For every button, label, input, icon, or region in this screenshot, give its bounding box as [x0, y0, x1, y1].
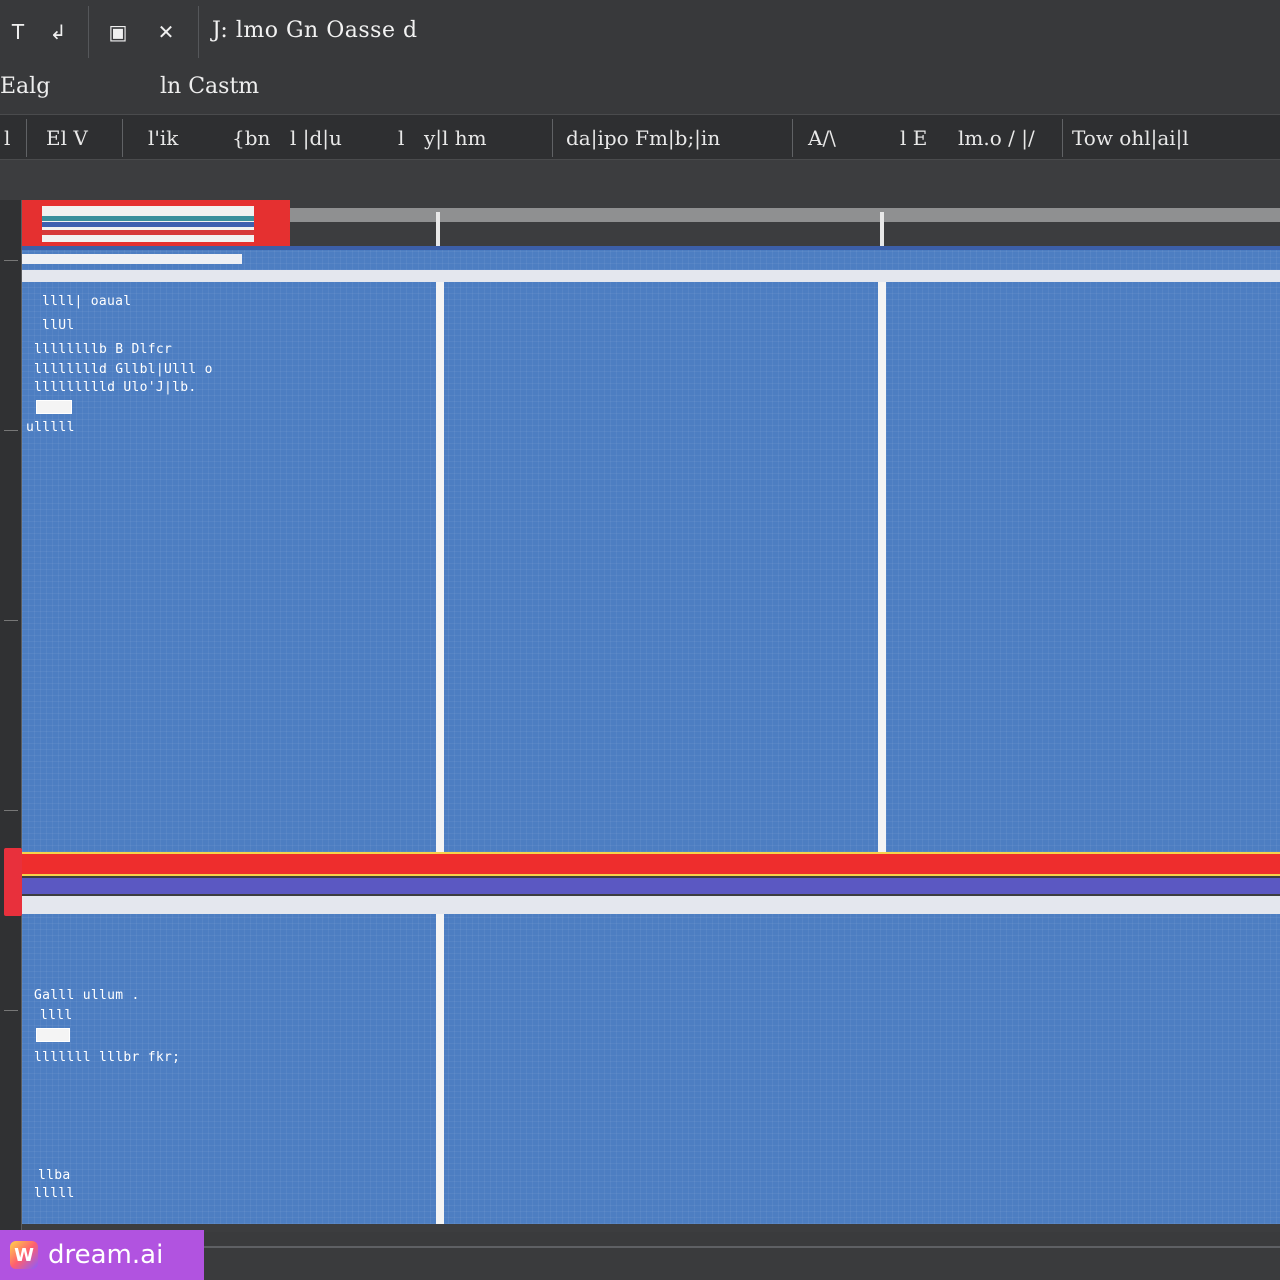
ruler-tick [4, 260, 18, 261]
chip-stripe-blue [42, 222, 254, 227]
undo-icon[interactable]: ↲ [44, 18, 72, 46]
cell-text: Galll ullum . [34, 988, 140, 1003]
title-toolbar: T ↲ ▣ ✕ J: lmo Gn Oasse d [0, 0, 1280, 66]
cell-text: lllllllld Gllbl|Ulll o [34, 362, 213, 377]
ruler-tick [4, 620, 18, 621]
ribbon-item[interactable]: l'ik [148, 123, 178, 153]
watermark-badge: W dream.ai [0, 1230, 204, 1280]
toolbar-divider [198, 6, 199, 58]
cell-text: llllllllb B Dlfcr [34, 342, 173, 357]
ribbon-item[interactable]: {bn [232, 123, 270, 153]
watermark-text: dream.ai [48, 1240, 164, 1270]
cell-text: ulllll [26, 420, 75, 435]
panel-header-bar [22, 896, 1280, 914]
cell-text: llba [38, 1168, 71, 1183]
chip-stripe-teal [42, 216, 254, 221]
ribbon-item[interactable]: da|ipo Fm|b;|in [566, 123, 720, 153]
close-icon[interactable]: ✕ [152, 18, 180, 46]
ribbon-divider [26, 119, 27, 157]
ribbon-item[interactable]: l [4, 123, 10, 153]
menu-bar: Ealg ln Castm [0, 66, 1280, 114]
save-icon[interactable]: ▣ [104, 18, 132, 46]
ribbon-divider [122, 119, 123, 157]
column-divider[interactable] [436, 914, 444, 1224]
cell-text: lllll [34, 1186, 75, 1201]
ribbon-item[interactable]: l |d|u [290, 123, 342, 153]
column-tab-divider[interactable] [436, 212, 440, 246]
toolbar-divider [88, 6, 89, 58]
ribbon-divider [792, 119, 793, 157]
selected-header-chip[interactable] [22, 200, 290, 248]
row-separator-bar [22, 878, 1280, 894]
column-divider[interactable] [878, 282, 886, 852]
row-drag-handle[interactable] [4, 848, 22, 916]
menu-item-second[interactable]: ln Castm [160, 74, 259, 99]
ruler-tick [4, 810, 18, 811]
chip-stripe-red [42, 230, 254, 235]
ribbon-item[interactable]: Tow ohl|ai|l [1072, 123, 1189, 153]
panel-header-label [22, 254, 242, 264]
panel-header-rule [22, 246, 1280, 250]
cell-text: llllllllld Ulo'J|lb. [34, 380, 197, 395]
selected-row-highlight[interactable] [20, 852, 1280, 876]
ruler-tick [4, 1010, 18, 1011]
left-ruler [0, 200, 22, 1230]
ruler-tick [4, 430, 18, 431]
column-divider[interactable] [436, 282, 444, 852]
ribbon-divider [552, 119, 553, 157]
text-tool-icon[interactable]: T [4, 18, 32, 46]
grid-panel-bottom[interactable]: Galll ullum . llll lllllll lllbr fkr; ll… [22, 896, 1280, 1224]
ribbon-item[interactable]: El V [46, 123, 88, 153]
cell-text: llll| oaual [42, 294, 132, 309]
status-rule [200, 1246, 1280, 1248]
cell-text: llUl [42, 318, 75, 333]
ribbon-item[interactable]: A/\ [808, 123, 836, 153]
ribbon-divider [1062, 119, 1063, 157]
ribbon-item[interactable]: y|l hm [424, 123, 487, 153]
format-ribbon: l El V l'ik {bn l |d|u l y|l hm da|ipo F… [0, 114, 1280, 160]
ribbon-item[interactable]: l [398, 123, 404, 153]
cell-text: lllllll lllbr fkr; [34, 1050, 181, 1065]
ribbon-item[interactable]: l E [900, 123, 927, 153]
menu-item-first[interactable]: Ealg [0, 74, 50, 99]
cell-input-box[interactable] [36, 1028, 70, 1042]
cell-text: llll [40, 1008, 73, 1023]
dream-logo-icon: W [10, 1241, 38, 1269]
grid-panel-top[interactable]: llll| oaual llUl llllllllb B Dlfcr lllll… [22, 246, 1280, 852]
header-chip-fill [42, 206, 254, 242]
document-title: J: lmo Gn Oasse d [212, 18, 418, 43]
ribbon-item[interactable]: lm.o / |/ [958, 123, 1035, 153]
column-tab-divider[interactable] [880, 212, 884, 246]
panel-header-bar [22, 270, 1280, 282]
cell-input-box[interactable] [36, 400, 72, 414]
